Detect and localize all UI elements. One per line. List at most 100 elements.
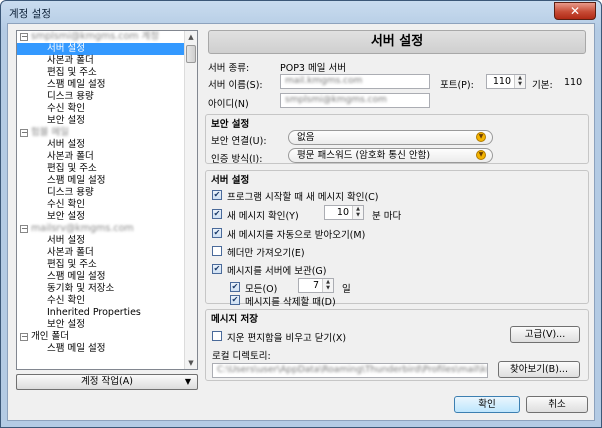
auth-method-select[interactable]: 평문 패스워드 (암호화 통신 안함) ▼: [288, 148, 493, 163]
spin-arrows-icon[interactable]: ▲ ▼: [322, 279, 333, 292]
sidebar-item[interactable]: 보안 설정: [17, 115, 185, 127]
tree-account-2[interactable]: − mailsrv@kmgms.com: [17, 223, 185, 235]
max-days-input[interactable]: 7 ▲ ▼: [298, 278, 334, 293]
account-settings-window: 계정 설정 ✕ − smplsmi@kmgms.com 계정 서버 설정 사본과 폴더…: [0, 0, 602, 428]
sidebar-item[interactable]: 편집 및 주소: [17, 67, 185, 79]
chevron-down-icon: ▼: [476, 150, 486, 160]
check-interval-input[interactable]: 10 ▲ ▼: [324, 205, 364, 220]
tree-account-label: 개인 폴더: [31, 331, 69, 342]
collapse-icon[interactable]: −: [20, 225, 28, 233]
sidebar-item[interactable]: Inherited Properties: [17, 307, 185, 319]
security-connection-select[interactable]: 없음 ▼: [288, 130, 493, 145]
server-name-value: mail.kmgms.com: [285, 76, 363, 86]
max-days-checkbox[interactable]: ✔: [230, 282, 240, 292]
sidebar-item[interactable]: 사본과 폴더: [17, 247, 185, 259]
account-tree[interactable]: − smplsmi@kmgms.com 계정 서버 설정 사본과 폴더 편집 및 주소 스…: [16, 30, 198, 370]
server-name-input[interactable]: mail.kmgms.com: [280, 74, 430, 89]
sidebar-item[interactable]: 디스크 용량: [17, 91, 185, 103]
window-title: 계정 설정: [9, 8, 51, 20]
security-connection-label: 보안 연결(U):: [211, 136, 267, 147]
sidebar-item[interactable]: 보안 설정: [17, 211, 185, 223]
tree-account-1[interactable]: − 험블 메일: [17, 127, 185, 139]
scroll-up-icon[interactable]: ▲: [185, 31, 197, 43]
sidebar-item[interactable]: 사본과 폴더: [17, 55, 185, 67]
tree-account-0[interactable]: − smplsmi@kmgms.com 계정: [17, 31, 185, 43]
account-actions-label: 계정 작업(A): [81, 376, 133, 387]
security-connection-value: 없음: [297, 132, 315, 143]
headers-only-checkbox[interactable]: [212, 246, 222, 256]
max-days-value: 7: [312, 280, 319, 291]
chevron-down-icon: ▼: [476, 132, 486, 142]
ok-button[interactable]: 확인: [454, 396, 520, 413]
check-on-startup-checkbox[interactable]: ✔: [212, 190, 222, 200]
server-type-value: POP3 메일 서버: [280, 63, 346, 74]
auth-method-value: 평문 패스워드 (암호화 통신 안함): [297, 150, 431, 161]
empty-trash-checkbox[interactable]: [212, 331, 222, 341]
scroll-down-icon[interactable]: ▼: [185, 357, 197, 369]
check-every-checkbox[interactable]: ✔: [212, 209, 222, 219]
server-settings-group-title: 서버 설정: [211, 175, 250, 186]
message-storage-group: 메시지 저장 지운 편지함을 비우고 닫기(X) 고급(V)... 로컬 디렉토…: [205, 309, 589, 381]
chevron-down-icon: ▼: [184, 377, 191, 386]
auto-download-label: 새 메시지를 자동으로 받아오기(M): [227, 230, 366, 241]
tree-account-3[interactable]: − 개인 폴더: [17, 331, 185, 343]
security-group: 보안 설정 보안 연결(U): 없음 ▼ 인증 방식(I): 평문 패스워드 (…: [205, 114, 589, 165]
user-id-value: smplsmi@kmgms.com: [285, 95, 387, 105]
sidebar-item[interactable]: 편집 및 주소: [17, 259, 185, 271]
scroll-thumb[interactable]: [186, 45, 196, 63]
spin-arrows-icon[interactable]: ▲ ▼: [352, 206, 363, 219]
headers-only-label: 헤더만 가져오기(E): [227, 248, 305, 259]
delete-on-delete-checkbox[interactable]: ✔: [230, 295, 240, 305]
max-days-unit: 일: [342, 284, 351, 295]
cancel-button[interactable]: 취소: [526, 396, 588, 413]
account-actions-button[interactable]: 계정 작업(A) ▼: [16, 374, 198, 390]
sidebar-item[interactable]: 스팸 메일 설정: [17, 343, 185, 355]
port-value: 110: [492, 76, 511, 87]
tree-scrollbar[interactable]: ▲ ▼: [184, 31, 197, 369]
collapse-icon[interactable]: −: [20, 333, 28, 341]
sidebar-item[interactable]: 수신 확인: [17, 103, 185, 115]
local-directory-label: 로컬 디렉토리:: [212, 351, 271, 362]
dialog-client-area: − smplsmi@kmgms.com 계정 서버 설정 사본과 폴더 편집 및 주소 스…: [7, 23, 595, 421]
sidebar-item[interactable]: 서버 설정: [17, 235, 185, 247]
leave-on-server-checkbox[interactable]: ✔: [212, 264, 222, 274]
default-port-value: 110: [564, 77, 583, 88]
advanced-button[interactable]: 고급(V)...: [510, 326, 580, 343]
max-days-label: 모든(O): [245, 284, 278, 295]
local-directory-input[interactable]: C:\Users\user\AppData\Roaming\Thunderbir…: [212, 363, 488, 378]
local-directory-value: C:\Users\user\AppData\Roaming\Thunderbir…: [217, 365, 488, 375]
leave-on-server-label: 메시지를 서버에 보관(G): [227, 266, 327, 277]
check-on-startup-label: 프로그램 시작할 때 새 메시지 확인(C): [227, 192, 379, 203]
check-interval-value: 10: [336, 207, 349, 218]
sidebar-item[interactable]: 서버 설정: [17, 43, 185, 55]
collapse-icon[interactable]: −: [20, 129, 28, 137]
account-tree-list: − smplsmi@kmgms.com 계정 서버 설정 사본과 폴더 편집 및 주소 스…: [17, 31, 185, 355]
sidebar-item[interactable]: 수신 확인: [17, 199, 185, 211]
server-type-label: 서버 종류:: [208, 63, 250, 74]
title-bar: 계정 설정 ✕: [1, 1, 601, 23]
spin-arrows-icon[interactable]: ▲ ▼: [514, 75, 525, 88]
collapse-icon[interactable]: −: [20, 33, 28, 41]
check-interval-unit: 분 마다: [372, 211, 402, 222]
user-id-input[interactable]: smplsmi@kmgms.com: [280, 93, 430, 108]
check-every-label: 새 메시지 확인(Y): [227, 211, 299, 222]
sidebar-item[interactable]: 보안 설정: [17, 319, 185, 331]
sidebar-item[interactable]: 사본과 폴더: [17, 151, 185, 163]
browse-button[interactable]: 찾아보기(B)...: [498, 361, 580, 378]
sidebar-item[interactable]: 편집 및 주소: [17, 163, 185, 175]
server-name-label: 서버 이름(S):: [208, 80, 263, 91]
sidebar-item[interactable]: 디스크 용량: [17, 187, 185, 199]
user-id-label: 아이디(N): [208, 99, 249, 110]
sidebar-item[interactable]: 스팸 메일 설정: [17, 175, 185, 187]
sidebar-item[interactable]: 스팸 메일 설정: [17, 271, 185, 283]
sidebar-item[interactable]: 스팸 메일 설정: [17, 79, 185, 91]
port-label: 포트(P):: [440, 80, 474, 91]
sidebar-item[interactable]: 수신 확인: [17, 295, 185, 307]
default-port-label: 기본:: [532, 80, 553, 91]
sidebar-item[interactable]: 동기화 및 저장소: [17, 283, 185, 295]
security-group-title: 보안 설정: [211, 119, 250, 130]
auto-download-checkbox[interactable]: ✔: [212, 228, 222, 238]
sidebar-item[interactable]: 서버 설정: [17, 139, 185, 151]
port-input[interactable]: 110 ▲ ▼: [486, 74, 526, 89]
close-button[interactable]: ✕: [554, 2, 596, 20]
